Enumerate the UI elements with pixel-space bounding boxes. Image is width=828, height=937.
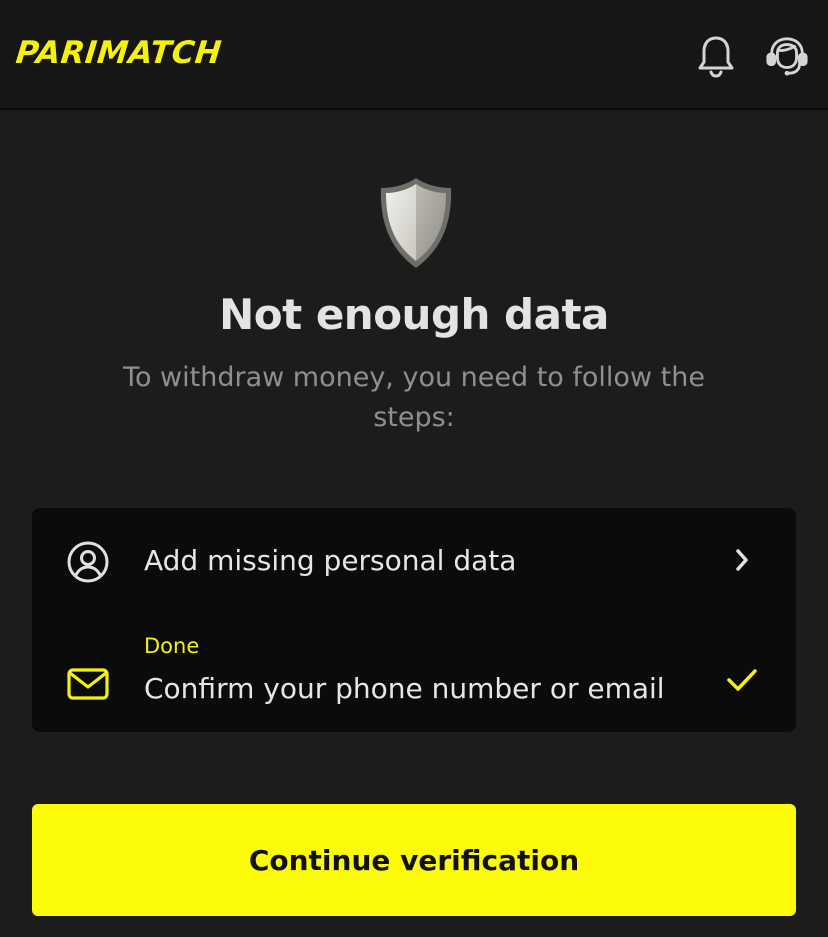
step-add-personal-data[interactable]: Add missing personal data — [32, 508, 796, 616]
step-status-badge: Done — [144, 634, 200, 658]
check-icon — [722, 660, 762, 700]
user-circle-icon — [66, 540, 110, 584]
headset-icon[interactable] — [765, 34, 809, 78]
continue-verification-button[interactable]: Continue verification — [32, 804, 796, 916]
page-subtitle: To withdraw money, you need to follow th… — [123, 362, 705, 433]
envelope-icon — [66, 662, 110, 706]
main-content: Not enough data To withdraw money, you n… — [0, 112, 828, 937]
step-label: Add missing personal data — [144, 544, 517, 577]
chevron-right-icon — [722, 540, 762, 580]
step-label: Confirm your phone number or email — [144, 672, 665, 705]
parimatch-logo[interactable]: PARIMATCH — [14, 30, 224, 76]
shield-icon — [376, 176, 456, 272]
withdrawal-verification-screen: PARIMATCH Not enough data To withdraw mo… — [0, 0, 828, 937]
bell-icon[interactable] — [694, 34, 738, 78]
verification-steps-card: Add missing personal data Done Confirm y… — [32, 508, 796, 732]
step-confirm-contact[interactable]: Done Confirm your phone number or email — [32, 616, 796, 732]
top-bar: PARIMATCH — [0, 0, 828, 110]
page-title: Not enough data — [219, 290, 609, 339]
